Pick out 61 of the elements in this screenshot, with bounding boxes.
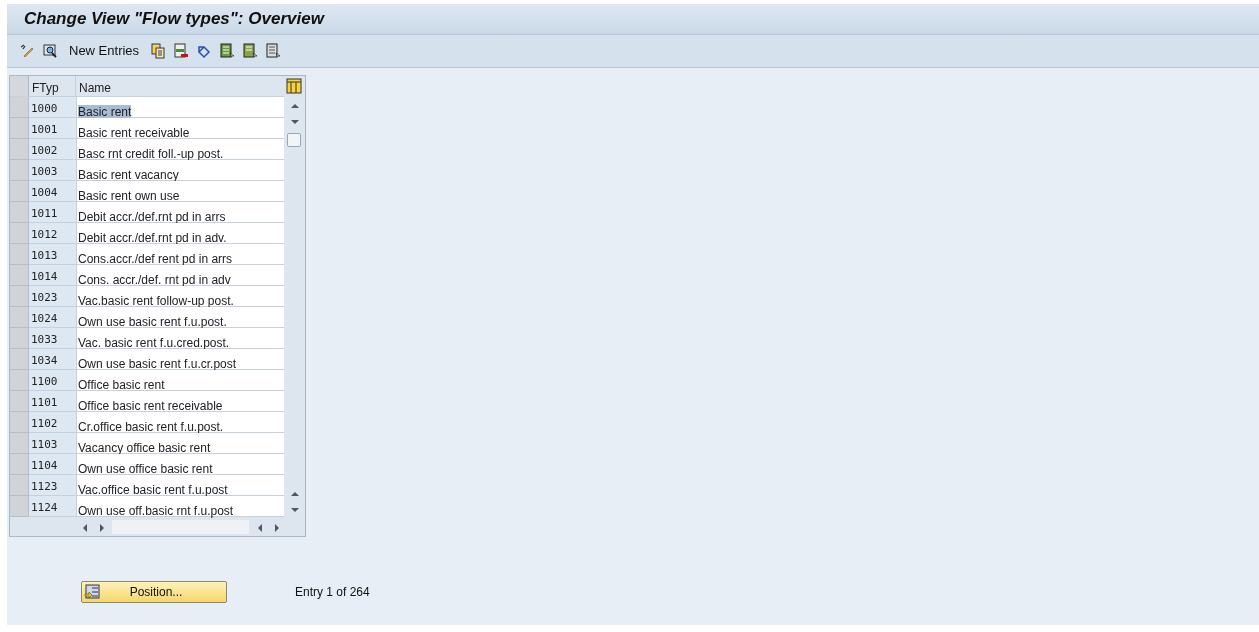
list-pointer-icon[interactable]: [219, 43, 236, 59]
scroll-thumb[interactable]: [287, 133, 301, 147]
table-cell: 1101: [29, 391, 76, 412]
select-all-cell[interactable]: [10, 76, 29, 96]
row-selector[interactable]: [10, 181, 29, 202]
column-header[interactable]: Name: [76, 76, 284, 96]
window-title: Change View "Flow types": Overview: [24, 8, 324, 31]
row-selector[interactable]: [10, 370, 29, 391]
table-cell: 1104: [29, 454, 76, 475]
table-cell: 1012: [29, 223, 76, 244]
table-cell: 1103: [29, 433, 76, 454]
copy-icon[interactable]: [150, 43, 167, 59]
row-selector[interactable]: [10, 307, 29, 328]
table-cell: 1003: [29, 160, 76, 181]
row-selector[interactable]: [10, 265, 29, 286]
new-entries-button[interactable]: New Entries: [65, 41, 144, 61]
table-cell: 1001: [29, 118, 76, 139]
table-cell: 1004: [29, 181, 76, 202]
row-selector[interactable]: [10, 412, 29, 433]
row-selector[interactable]: [10, 223, 29, 244]
position-button[interactable]: Position...: [81, 581, 227, 603]
row-selector[interactable]: [10, 349, 29, 370]
table-cell: 1100: [29, 370, 76, 391]
row-selector[interactable]: [10, 97, 29, 118]
table-cell: 1102: [29, 412, 76, 433]
table-cell[interactable]: Basic rent: [78, 105, 132, 119]
row-selector[interactable]: [10, 454, 29, 475]
row-selector[interactable]: [10, 475, 29, 496]
row-selector[interactable]: [10, 202, 29, 223]
table-cell: 1033: [29, 328, 76, 349]
row-selector[interactable]: [10, 244, 29, 265]
row-selector[interactable]: [10, 433, 29, 454]
row-selector[interactable]: [10, 160, 29, 181]
row-selector[interactable]: [10, 391, 29, 412]
list-pointer-icon[interactable]: [265, 43, 282, 59]
row-selector[interactable]: [10, 496, 29, 517]
table-cell: 1024: [29, 307, 76, 328]
table-cell: 1000: [29, 97, 76, 118]
search-icon[interactable]: [42, 43, 58, 59]
table-cell: 1023: [29, 286, 76, 307]
scroll-up-icon[interactable]: [289, 489, 299, 499]
scroll-down-icon[interactable]: [289, 505, 299, 515]
list-pointer-icon[interactable]: [242, 43, 259, 59]
column-header[interactable]: FTyp: [29, 76, 76, 96]
row-selector[interactable]: [10, 328, 29, 349]
table-cell: 1034: [29, 349, 76, 370]
table-cell: 1124: [29, 496, 76, 517]
row-selector[interactable]: [10, 286, 29, 307]
position-icon: [84, 584, 100, 600]
entry-count: Entry 1 of 264: [295, 584, 370, 601]
table-cell: 1011: [29, 202, 76, 223]
row-selector[interactable]: [10, 118, 29, 139]
row-selector[interactable]: [10, 139, 29, 160]
table-cell: 1123: [29, 475, 76, 496]
scroll-down-icon[interactable]: [289, 117, 299, 127]
table-cell: 1013: [29, 244, 76, 265]
table-cell: 1014: [29, 265, 76, 286]
scroll-up-icon[interactable]: [289, 101, 299, 111]
column-settings-icon[interactable]: [286, 78, 302, 94]
table-cell: 1002: [29, 139, 76, 160]
delete-row-icon[interactable]: [173, 43, 190, 59]
